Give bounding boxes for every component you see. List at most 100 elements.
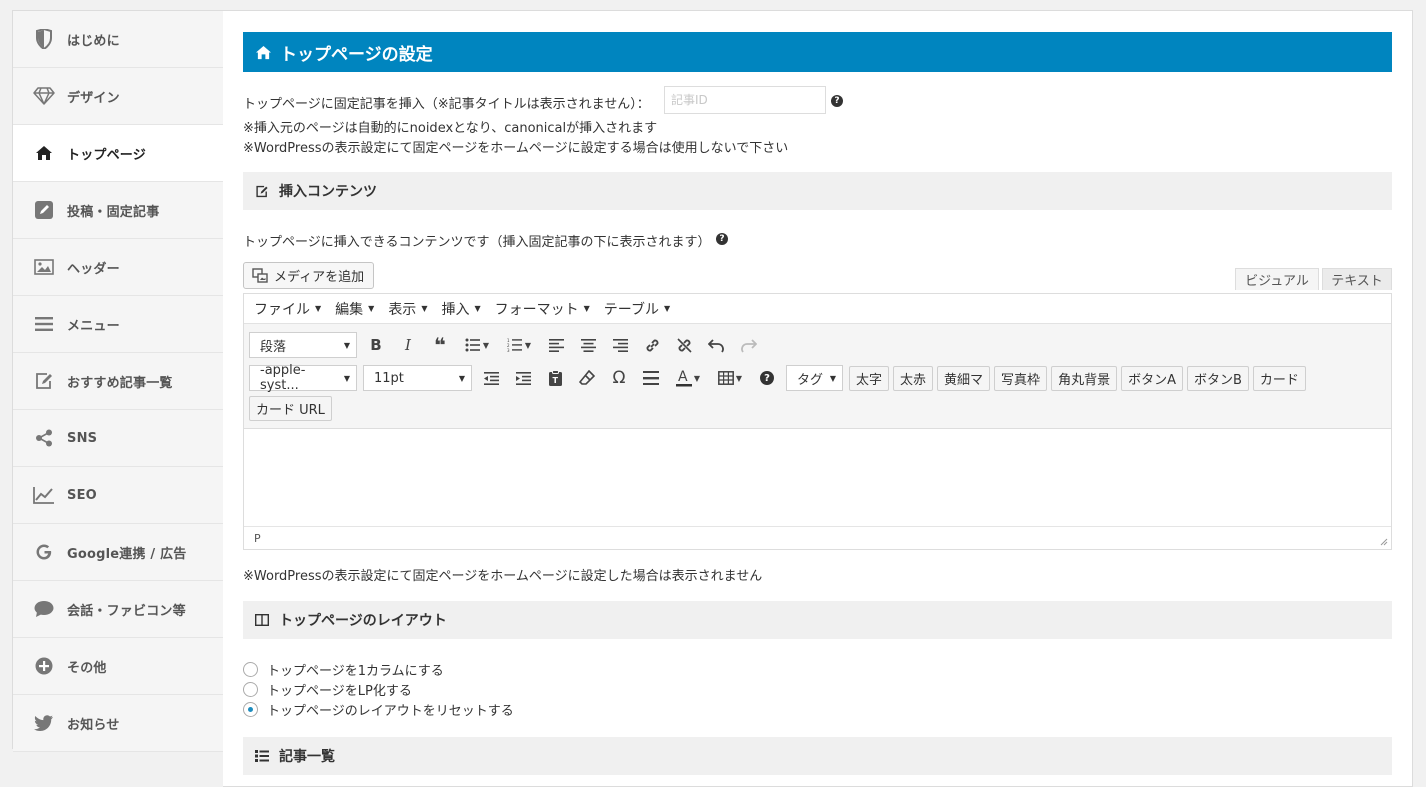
sidebar-item-intro[interactable]: はじめに (13, 11, 223, 68)
table-button[interactable]: ▼ (712, 365, 748, 391)
menu-edit[interactable]: 編集 ▼ (335, 299, 374, 319)
bars-icon (33, 313, 55, 335)
radio-reset-layout[interactable]: トップページのレイアウトをリセットする (243, 700, 514, 719)
caret-down-icon: ▼ (474, 304, 481, 313)
numbered-list-button[interactable]: 1 2 3 ▼ (501, 332, 537, 358)
radio-button[interactable] (243, 662, 258, 677)
sidebar-item-design[interactable]: デザイン (13, 68, 223, 125)
help-icon[interactable]: ? (754, 365, 780, 391)
help-icon[interactable]: ? (831, 95, 843, 107)
sidebar-item-seo[interactable]: SEO (13, 467, 223, 524)
menu-view[interactable]: 表示 ▼ (388, 299, 427, 319)
sidebar-item-menu[interactable]: メニュー (13, 296, 223, 353)
help-icon[interactable]: ? (716, 233, 728, 245)
paste-text-icon[interactable]: T (542, 365, 568, 391)
rich-text-editor: ファイル ▼ 編集 ▼ 表示 ▼ 挿入 ▼ フォーマット ▼ テーブル ▼ 段落 ▼ B I … (243, 293, 1392, 550)
card-url-button[interactable]: カード URL (249, 395, 332, 421)
text-color-button[interactable]: A ▼ (670, 365, 706, 391)
sidebar-item-posts[interactable]: 投稿・固定記事 (13, 182, 223, 239)
horizontal-rule-icon[interactable] (638, 365, 664, 391)
sidebar-item-other[interactable]: その他 (13, 638, 223, 695)
menu-table[interactable]: テーブル ▼ (604, 299, 670, 319)
italic-button[interactable]: I (395, 332, 421, 358)
tag-select[interactable]: タグ ▼ (786, 365, 843, 391)
caret-down-icon: ▼ (663, 304, 671, 313)
element-path[interactable]: P (254, 532, 261, 545)
custom-button-yellow-marker[interactable]: 黄細マ (937, 365, 991, 391)
twitter-icon (33, 712, 55, 734)
home-icon (255, 45, 272, 60)
caret-down-icon: ▼ (368, 304, 375, 313)
bullet-list-button[interactable]: ▼ (459, 332, 495, 358)
sidebar-item-label: メニュー (67, 318, 120, 334)
special-char-icon[interactable]: Ω (606, 365, 632, 391)
radio-button[interactable] (243, 682, 258, 697)
radio-lp[interactable]: トップページをLP化する (243, 680, 412, 699)
columns-icon (255, 614, 269, 626)
sidebar-item-news[interactable]: お知らせ (13, 695, 223, 752)
section-title: 記事一覧 (279, 749, 335, 765)
external-edit-icon (33, 370, 55, 392)
insert-content-desc: トップページに挿入できるコンテンツです（挿入固定記事の下に表示されます） (243, 235, 711, 250)
custom-button-bold[interactable]: 太字 (849, 365, 890, 391)
align-left-icon[interactable] (543, 332, 569, 358)
link-icon[interactable] (639, 332, 665, 358)
format-select[interactable]: 段落 ▼ (249, 332, 357, 358)
blockquote-icon[interactable]: ❝ (427, 332, 453, 358)
custom-button-button-b[interactable]: ボタンB (1186, 365, 1249, 391)
caret-down-icon: ▼ (829, 373, 836, 383)
caret-down-icon: ▼ (458, 373, 465, 383)
sidebar-item-top-page[interactable]: トップページ (13, 125, 223, 182)
outdent-icon[interactable] (478, 365, 504, 391)
tab-visual[interactable]: ビジュアル (1235, 268, 1319, 290)
menu-insert[interactable]: 挿入 ▼ (441, 299, 480, 319)
edit-icon (255, 185, 269, 198)
undo-icon[interactable] (703, 332, 729, 358)
align-right-icon[interactable] (607, 332, 633, 358)
eraser-icon[interactable] (574, 365, 600, 391)
custom-button-button-a[interactable]: ボタンA (1121, 365, 1183, 391)
sidebar-item-label: おすすめ記事一覧 (67, 375, 173, 391)
list-icon (255, 750, 269, 762)
editor-note: ※WordPressの表示設定にて固定ページをホームページに設定した場合は表示さ… (243, 569, 763, 584)
sidebar-item-label: その他 (67, 660, 107, 676)
font-family-select[interactable]: -apple-syst... ▼ (249, 363, 357, 393)
sidebar-item-header[interactable]: ヘッダー (13, 239, 223, 296)
radio-one-column[interactable]: トップページを1カラムにする (243, 660, 444, 679)
align-center-icon[interactable] (575, 332, 601, 358)
sidebar-item-recommended[interactable]: おすすめ記事一覧 (13, 353, 223, 410)
menu-file[interactable]: ファイル ▼ (254, 299, 321, 319)
radio-label: トップページを1カラムにする (267, 664, 444, 679)
sidebar-item-google[interactable]: Google連携 / 広告 (13, 524, 223, 581)
custom-button-rounded-bg[interactable]: 角丸背景 (1051, 365, 1118, 391)
custom-button-photo-frame[interactable]: 写真枠 (994, 365, 1048, 391)
indent-icon[interactable] (510, 365, 536, 391)
svg-text:T: T (552, 376, 558, 385)
bold-button[interactable]: B (363, 332, 389, 358)
custom-button-card[interactable]: カード (1252, 365, 1306, 391)
main-panel: トップページの設定 トップページに固定記事を挿入（※記事タイトルは表示されません… (223, 10, 1413, 787)
post-id-input[interactable] (664, 86, 826, 114)
caret-down-icon: ▼ (343, 373, 350, 383)
sidebar-item-label: トップページ (67, 147, 146, 163)
radio-label: トップページのレイアウトをリセットする (267, 704, 514, 719)
resize-handle-icon[interactable] (1380, 538, 1388, 546)
unlink-icon[interactable] (671, 332, 697, 358)
editor-content-area[interactable] (244, 429, 1391, 527)
sidebar-item-conversation[interactable]: 会話・ファビコン等 (13, 581, 223, 638)
plus-circle-icon (33, 655, 55, 677)
note-noindex: ※挿入元のページは自動的にnoidexとなり、canonicalが挿入されます (243, 121, 658, 136)
font-size-select[interactable]: 11pt ▼ (363, 365, 472, 391)
svg-text:3: 3 (507, 348, 510, 352)
menu-format[interactable]: フォーマット ▼ (495, 299, 590, 319)
add-media-label: メディアを追加 (274, 270, 365, 285)
redo-icon[interactable] (735, 332, 761, 358)
caret-down-icon: ▼ (343, 340, 350, 350)
sidebar-item-label: SEO (67, 487, 97, 503)
sidebar-item-sns[interactable]: SNS (13, 410, 223, 467)
radio-button[interactable] (243, 702, 258, 717)
radio-label: トップページをLP化する (267, 684, 412, 699)
tab-text[interactable]: テキスト (1322, 268, 1392, 290)
add-media-button[interactable]: メディアを追加 (243, 262, 374, 289)
custom-button-bold-red[interactable]: 太赤 (893, 365, 934, 391)
